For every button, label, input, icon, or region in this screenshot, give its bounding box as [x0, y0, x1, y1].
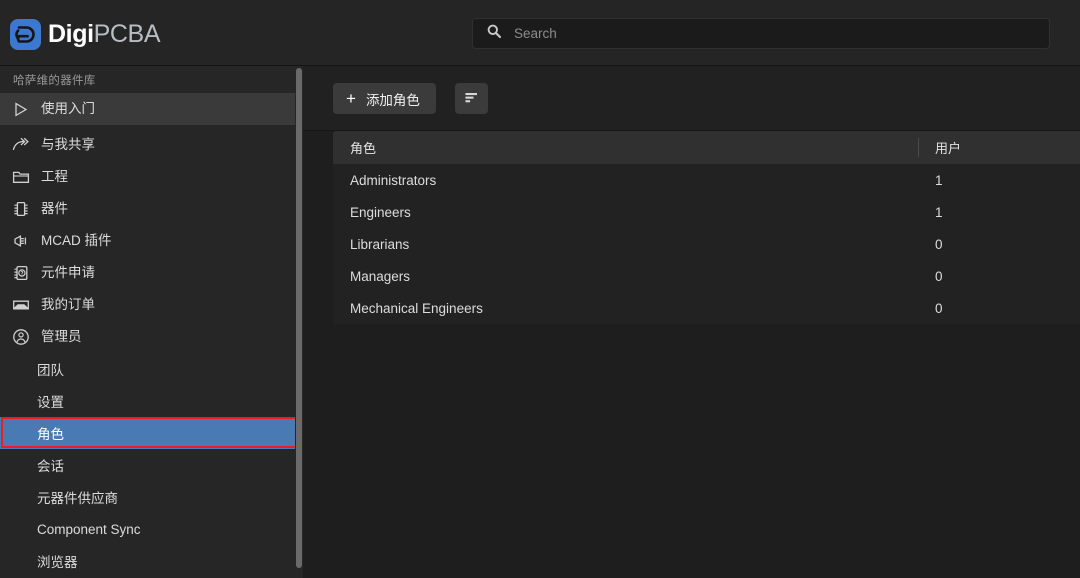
sidebar-item-sessions[interactable]: 会话 — [0, 449, 303, 481]
sort-lines-icon — [464, 91, 479, 107]
sidebar-item-mcad-plugin[interactable]: MCAD 插件 — [0, 225, 303, 257]
brand-name-light: PCBA — [93, 19, 161, 48]
table-header-row: 角色 用户 — [333, 131, 1080, 164]
user-circle-icon — [11, 328, 30, 347]
search-icon — [487, 24, 502, 43]
roles-toolbar: + 添加角色 — [303, 66, 1080, 131]
cell-role: Administrators — [350, 172, 437, 188]
plus-icon: + — [346, 89, 356, 108]
table-row[interactable]: Managers 0 — [333, 260, 1080, 292]
chip-question-icon — [11, 264, 30, 283]
cell-role: Engineers — [350, 204, 411, 220]
sidebar-subitem-label: 角色 — [37, 427, 64, 442]
sidebar-item-shared-with-me[interactable]: 与我共享 — [0, 129, 303, 161]
sidebar-library-header: 哈萨维的器件库 — [13, 74, 96, 87]
share-arrow-icon — [11, 136, 30, 155]
roles-table: 角色 用户 Administrators 1 Engineers 1 Libra… — [333, 131, 1080, 324]
sidebar-item-label: 我的订单 — [41, 297, 95, 313]
sidebar-item-label: 器件 — [41, 201, 68, 217]
sidebar-subitem-label: 团队 — [37, 363, 64, 378]
sidebar-item-my-orders[interactable]: 我的订单 — [0, 289, 303, 321]
cell-users: 1 — [935, 172, 943, 188]
table-row[interactable]: Mechanical Engineers 0 — [333, 292, 1080, 324]
sidebar-item-label: 工程 — [41, 169, 68, 185]
sidebar-item-label: 与我共享 — [41, 137, 95, 153]
sidebar-item-projects[interactable]: 工程 — [0, 161, 303, 193]
sidebar-item-getting-started[interactable]: 使用入门 — [0, 93, 303, 125]
sidebar-item-settings[interactable]: 设置 — [0, 385, 303, 417]
cell-users: 0 — [935, 300, 943, 316]
sidebar-scrollbar-thumb[interactable] — [296, 68, 302, 568]
sidebar-item-component-suppliers[interactable]: 元器件供应商 — [0, 481, 303, 513]
add-role-label: 添加角色 — [365, 92, 420, 108]
sidebar-subitem-label: 设置 — [37, 395, 64, 410]
sidebar-subitem-label: 浏览器 — [37, 555, 78, 570]
sidebar-item-roles[interactable]: 角色 — [0, 417, 303, 449]
folder-icon — [11, 168, 30, 187]
cell-users: 1 — [935, 204, 943, 220]
search-bar[interactable] — [472, 18, 1050, 49]
cell-users: 0 — [935, 236, 943, 252]
sidebar-item-label: 元件申请 — [41, 265, 95, 281]
add-role-button[interactable]: + 添加角色 — [333, 83, 436, 114]
table-row[interactable]: Administrators 1 — [333, 164, 1080, 196]
sidebar-item-admin[interactable]: 管理员 — [0, 321, 303, 353]
sidebar-subitem-label: 会话 — [37, 459, 64, 474]
column-header-role[interactable]: 角色 — [333, 138, 918, 157]
cell-role: Mechanical Engineers — [350, 300, 483, 316]
sidebar: 哈萨维的器件库 使用入门 与我共享 工程 器件 MCAD 插件 元件申请 我的订… — [0, 66, 303, 578]
top-bar: DigiPCBA — [0, 0, 1080, 66]
sidebar-item-label: MCAD 插件 — [41, 233, 112, 249]
brand-name-bold: Digi — [48, 19, 94, 48]
cell-role: Librarians — [350, 236, 410, 252]
sort-filter-button[interactable] — [455, 83, 488, 114]
table-row[interactable]: Librarians 0 — [333, 228, 1080, 260]
sidebar-item-component-sync[interactable]: Component Sync — [0, 513, 303, 545]
column-header-users[interactable]: 用户 — [918, 138, 1080, 157]
sidebar-scrollbar[interactable] — [295, 66, 303, 578]
brand-logo[interactable]: DigiPCBA — [10, 16, 161, 52]
sidebar-item-browser[interactable]: 浏览器 — [0, 545, 303, 577]
cell-users: 0 — [935, 268, 943, 284]
plug-icon — [11, 232, 30, 251]
cell-role: Managers — [350, 268, 411, 284]
sidebar-subitem-label: 元器件供应商 — [37, 491, 118, 506]
play-triangle-icon — [11, 100, 30, 119]
sidebar-item-label: 管理员 — [41, 329, 82, 345]
app-window: DigiPCBA 哈萨维的器件库 使用入门 — [0, 0, 1080, 578]
sidebar-subitem-label: Component Sync — [37, 521, 141, 537]
main-content: + 添加角色 角色 用户 Administrators 1 Engineers … — [303, 66, 1080, 578]
inbox-tray-icon — [11, 296, 30, 315]
sidebar-item-label: 使用入门 — [41, 101, 95, 117]
digipcba-logo-icon — [10, 18, 41, 50]
sidebar-item-component-request[interactable]: 元件申请 — [0, 257, 303, 289]
sidebar-item-components[interactable]: 器件 — [0, 193, 303, 225]
table-row[interactable]: Engineers 1 — [333, 196, 1080, 228]
chip-icon — [11, 200, 30, 219]
brand-name: DigiPCBA — [48, 19, 161, 48]
sidebar-item-teams[interactable]: 团队 — [0, 353, 303, 385]
search-input[interactable] — [514, 19, 1049, 48]
